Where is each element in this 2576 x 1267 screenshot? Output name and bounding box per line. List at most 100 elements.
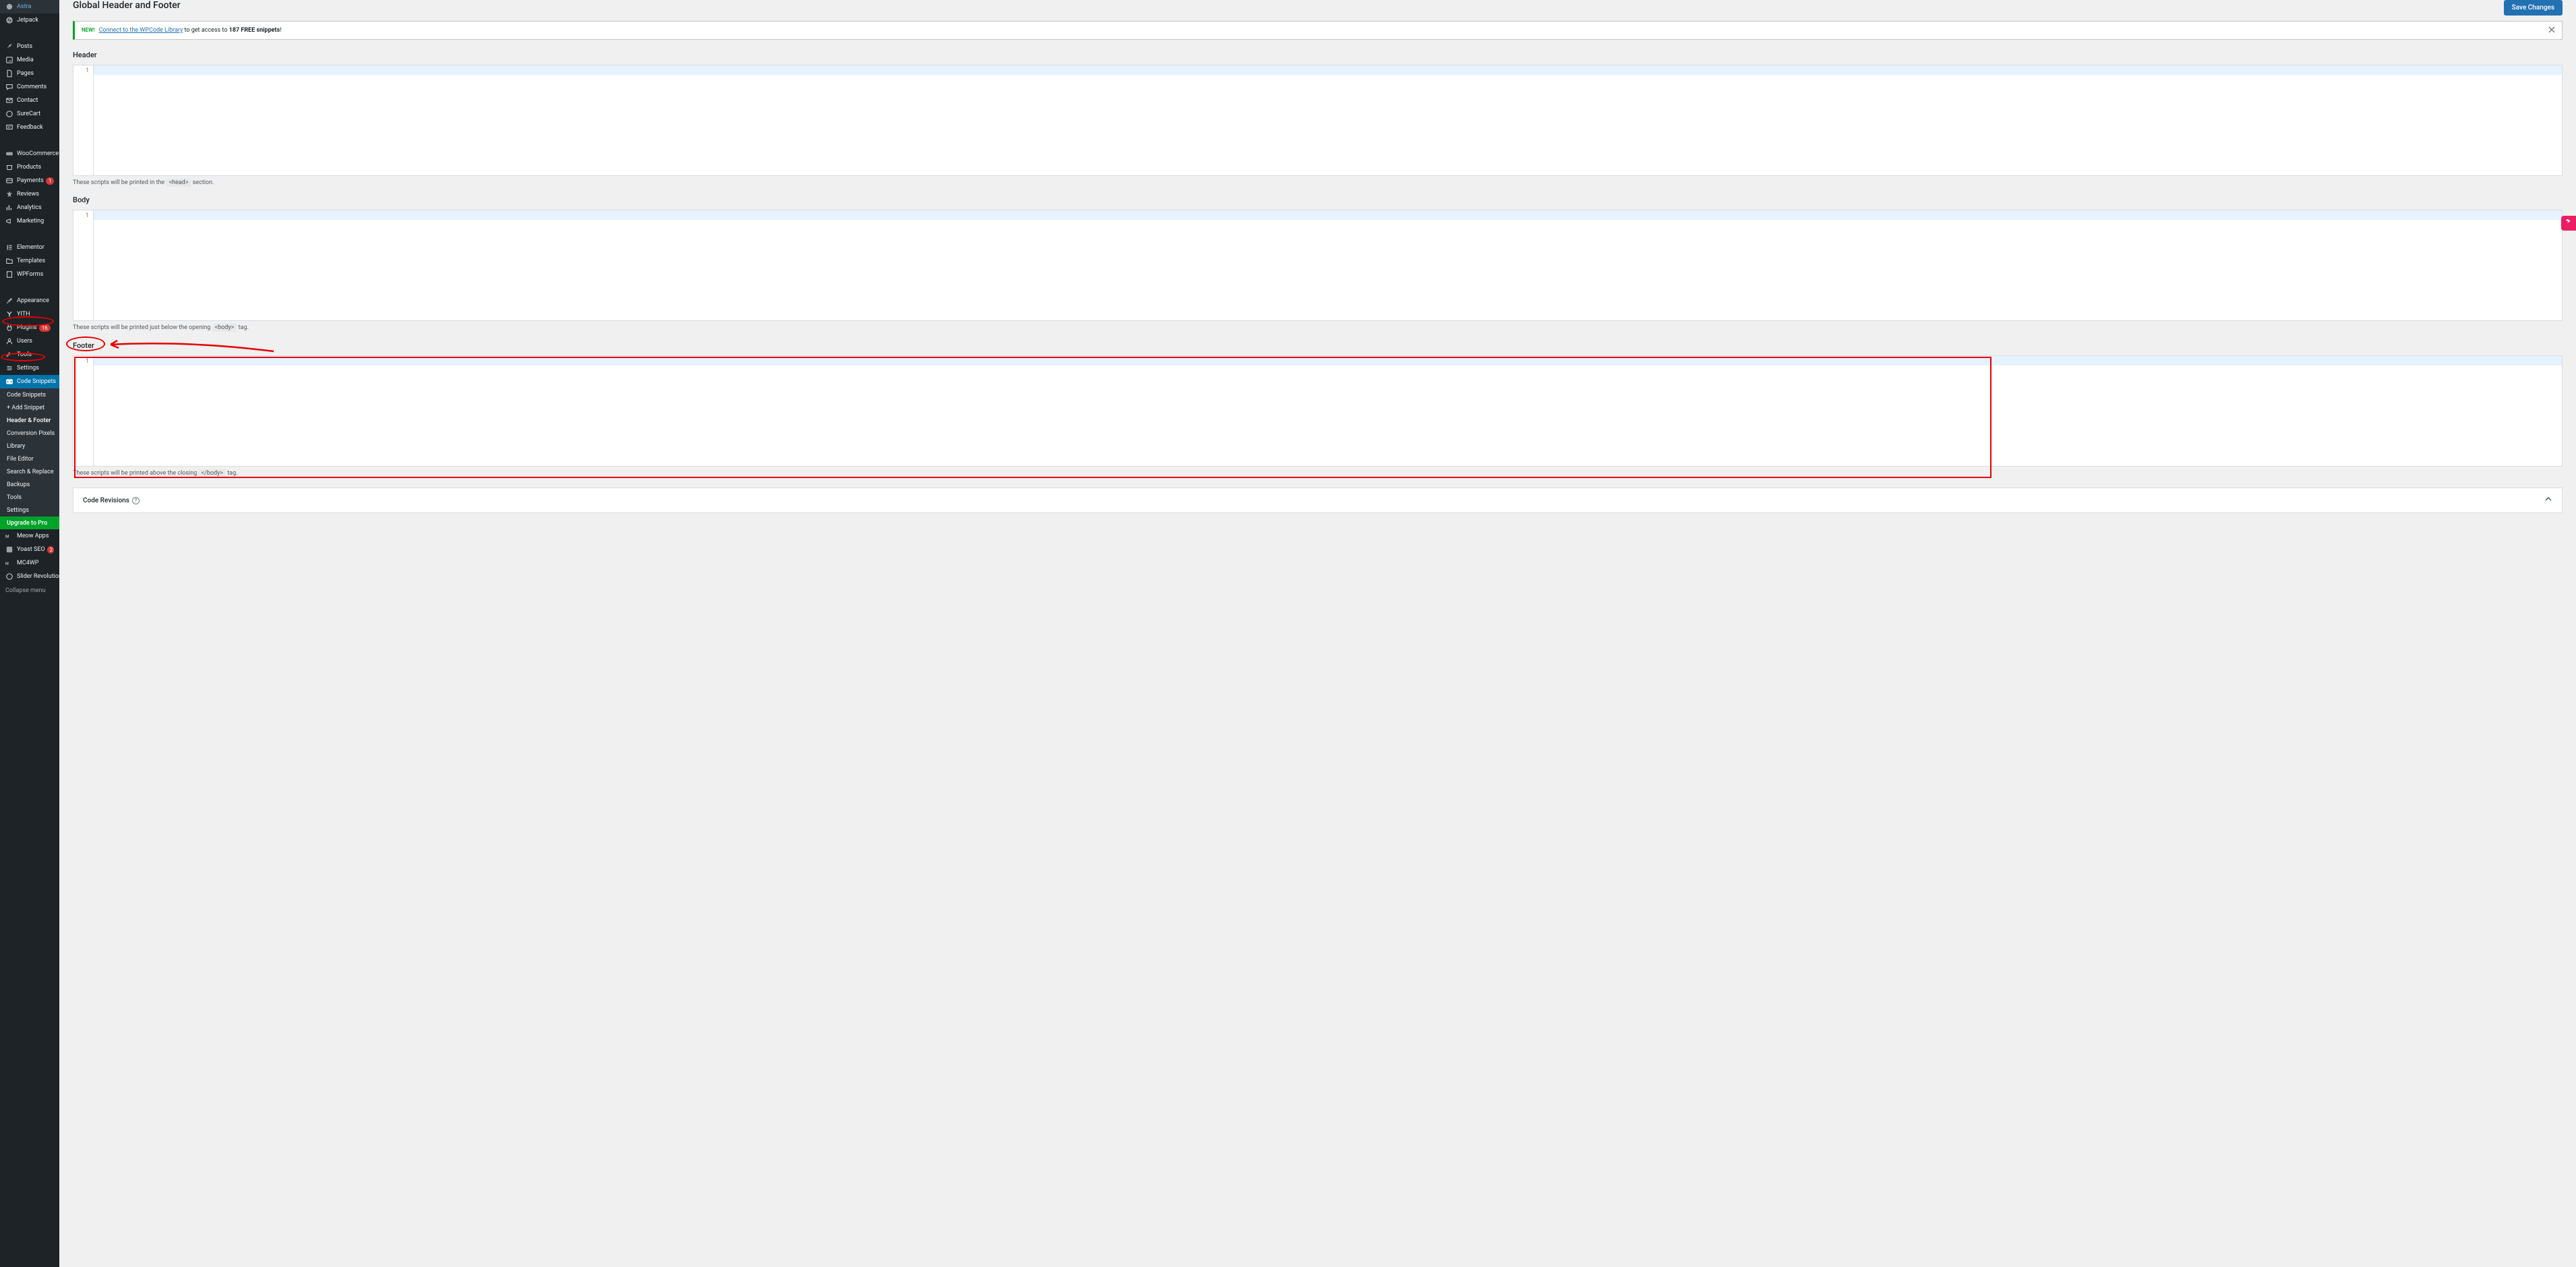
submenu-item-code-snippets[interactable]: Code Snippets	[0, 388, 59, 401]
sidebar-item-media[interactable]: Media	[0, 53, 59, 67]
submenu-item-header-footer[interactable]: Header & Footer	[0, 414, 59, 427]
brush-icon	[5, 297, 13, 305]
star-icon	[5, 190, 13, 198]
sidebar-item-jetpack[interactable]: Jetpack	[0, 13, 59, 27]
sidebar-item-label: YITH	[17, 311, 30, 318]
sidebar-item-meow-apps[interactable]: M Meow Apps	[0, 529, 59, 543]
feedback-icon	[5, 123, 13, 131]
sidebar-item-products[interactable]: Products	[0, 160, 59, 174]
library-link[interactable]: Connect to the WPCode Library	[99, 27, 183, 34]
sidebar-item-contact[interactable]: Contact	[0, 94, 59, 107]
submenu-item-conversion-pixels[interactable]: Conversion Pixels	[0, 427, 59, 440]
sidebar-item-label: WooCommerce	[17, 150, 59, 157]
submenu-item-search-replace[interactable]: Search & Replace	[0, 465, 59, 478]
body-code-editor[interactable]: 1	[73, 210, 2563, 321]
sidebar-item-elementor[interactable]: Elementor	[0, 241, 59, 254]
admin-sidebar: Astra Jetpack Posts Media Pages CommentsConta…	[0, 0, 59, 1267]
submenu-item--add-snippet[interactable]: + Add Snippet	[0, 401, 59, 414]
sidebar-item-templates[interactable]: Templates	[0, 254, 59, 268]
sidebar-item-label: SureCart	[17, 111, 40, 117]
jetpack-icon	[5, 16, 13, 24]
sidebar-submenu: Code Snippets+ Add SnippetHeader & Foote…	[0, 388, 59, 529]
header-section-title: Header	[73, 51, 2563, 59]
editor-area[interactable]	[94, 210, 2562, 320]
page-title: Global Header and Footer	[73, 0, 181, 11]
collapse-label: Collapse menu	[5, 587, 46, 594]
folder-icon	[5, 257, 13, 265]
surecart-icon	[5, 110, 13, 118]
badge: 1	[46, 177, 54, 185]
sidebar-item-label: Feedback	[17, 124, 43, 131]
submenu-item-tools[interactable]: Tools	[0, 491, 59, 504]
page-header: Global Header and Footer Save Changes	[73, 0, 2563, 21]
sidebar-item-payments[interactable]: Payments1	[0, 174, 59, 187]
comment-icon	[5, 83, 13, 91]
collapse-menu[interactable]: Collapse menu	[0, 583, 59, 598]
header-code-editor[interactable]: 1	[73, 65, 2563, 176]
new-tag: NEW!	[82, 27, 94, 33]
sidebar-item-label: Media	[17, 57, 34, 63]
sidebar-item-code-snippets[interactable]: Code Snippets	[0, 375, 59, 388]
sidebar-item-feedback[interactable]: Feedback	[0, 121, 59, 134]
upgrade-to-pro[interactable]: Upgrade to Pro	[0, 517, 59, 529]
sidebar-item-label: Elementor	[17, 244, 44, 251]
sidebar-item-label: Plugins	[17, 324, 37, 331]
mail-icon	[5, 96, 13, 105]
header-help-text: These scripts will be printed in the <he…	[73, 179, 2563, 186]
footer-section-title: Footer	[73, 341, 94, 350]
revisions-toggle[interactable]	[2544, 495, 2552, 506]
submenu-item-library[interactable]: Library	[0, 440, 59, 452]
sidebar-item-posts[interactable]: Posts	[0, 40, 59, 53]
sidebar-item-analytics[interactable]: Analytics	[0, 201, 59, 214]
sidebar-item-woocommerce[interactable]: WooCommerce	[0, 147, 59, 160]
svg-text:M: M	[5, 534, 9, 539]
library-notice: NEW! Connect to the WPCode Library to ge…	[73, 21, 2563, 40]
submenu-item-file-editor[interactable]: File Editor	[0, 452, 59, 465]
sidebar-item-astra[interactable]: Astra	[0, 0, 59, 13]
plugin-icon	[5, 324, 13, 332]
sidebar-item-label: Code Snippets	[17, 378, 56, 385]
pin-icon	[5, 42, 13, 51]
sidebar-item-users[interactable]: Users	[0, 334, 59, 348]
editor-gutter: 1	[73, 356, 94, 466]
submenu-item-backups[interactable]: Backups	[0, 478, 59, 491]
save-changes-button[interactable]: Save Changes	[2504, 0, 2563, 16]
sidebar-item-yoast-seo[interactable]: Yoast SEO2	[0, 543, 59, 556]
sidebar-item-label: Meow Apps	[17, 533, 49, 539]
footer-code-editor[interactable]: 1	[73, 355, 2563, 467]
body-section: Body 1 These scripts will be printed jus…	[73, 196, 2563, 331]
media-icon	[5, 56, 13, 64]
footer-section: Footer 1 These scripts will be printed a…	[73, 341, 2563, 477]
editor-area[interactable]	[94, 356, 2562, 466]
sidebar-item-settings[interactable]: Settings	[0, 361, 59, 375]
sidebar-item-surecart[interactable]: SureCart	[0, 107, 59, 121]
footer-help-text: These scripts will be printed above the …	[73, 470, 2563, 477]
sidebar-item-label: Astra	[17, 3, 31, 10]
sidebar-item-slider-revolution[interactable]: Slider Revolution	[0, 570, 59, 583]
sidebar-item-reviews[interactable]: Reviews	[0, 187, 59, 201]
sidebar-item-label: Products	[17, 164, 41, 171]
sidebar-item-plugins[interactable]: Plugins16	[0, 321, 59, 334]
elementor-icon	[5, 243, 13, 252]
editor-area[interactable]	[94, 65, 2562, 175]
submenu-item-settings[interactable]: Settings	[0, 504, 59, 517]
sidebar-item-yith[interactable]: YITH	[0, 307, 59, 321]
sidebar-item-label: Pages	[17, 70, 34, 77]
megaphone-icon	[5, 217, 13, 225]
sidebar-item-appearance[interactable]: Appearance	[0, 294, 59, 307]
elementor-floating-button[interactable]	[2561, 216, 2576, 231]
slider-icon	[5, 572, 13, 581]
sidebar-item-label: Tools	[17, 351, 32, 358]
sidebar-item-label: Slider Revolution	[17, 573, 62, 580]
sidebar-item-tools[interactable]: Tools	[0, 348, 59, 361]
sidebar-item-marketing[interactable]: Marketing	[0, 214, 59, 228]
sidebar-item-comments[interactable]: Comments	[0, 80, 59, 94]
page-icon	[5, 69, 13, 78]
payment-icon	[5, 177, 13, 185]
sidebar-item-mc4wp[interactable]: MMC4WP	[0, 556, 59, 570]
sidebar-item-pages[interactable]: Pages	[0, 67, 59, 80]
help-icon[interactable]: ?	[132, 497, 140, 504]
astra-icon	[5, 3, 13, 11]
sidebar-item-wpforms[interactable]: WPForms	[0, 268, 59, 281]
dismiss-notice-icon[interactable]	[2548, 26, 2555, 35]
